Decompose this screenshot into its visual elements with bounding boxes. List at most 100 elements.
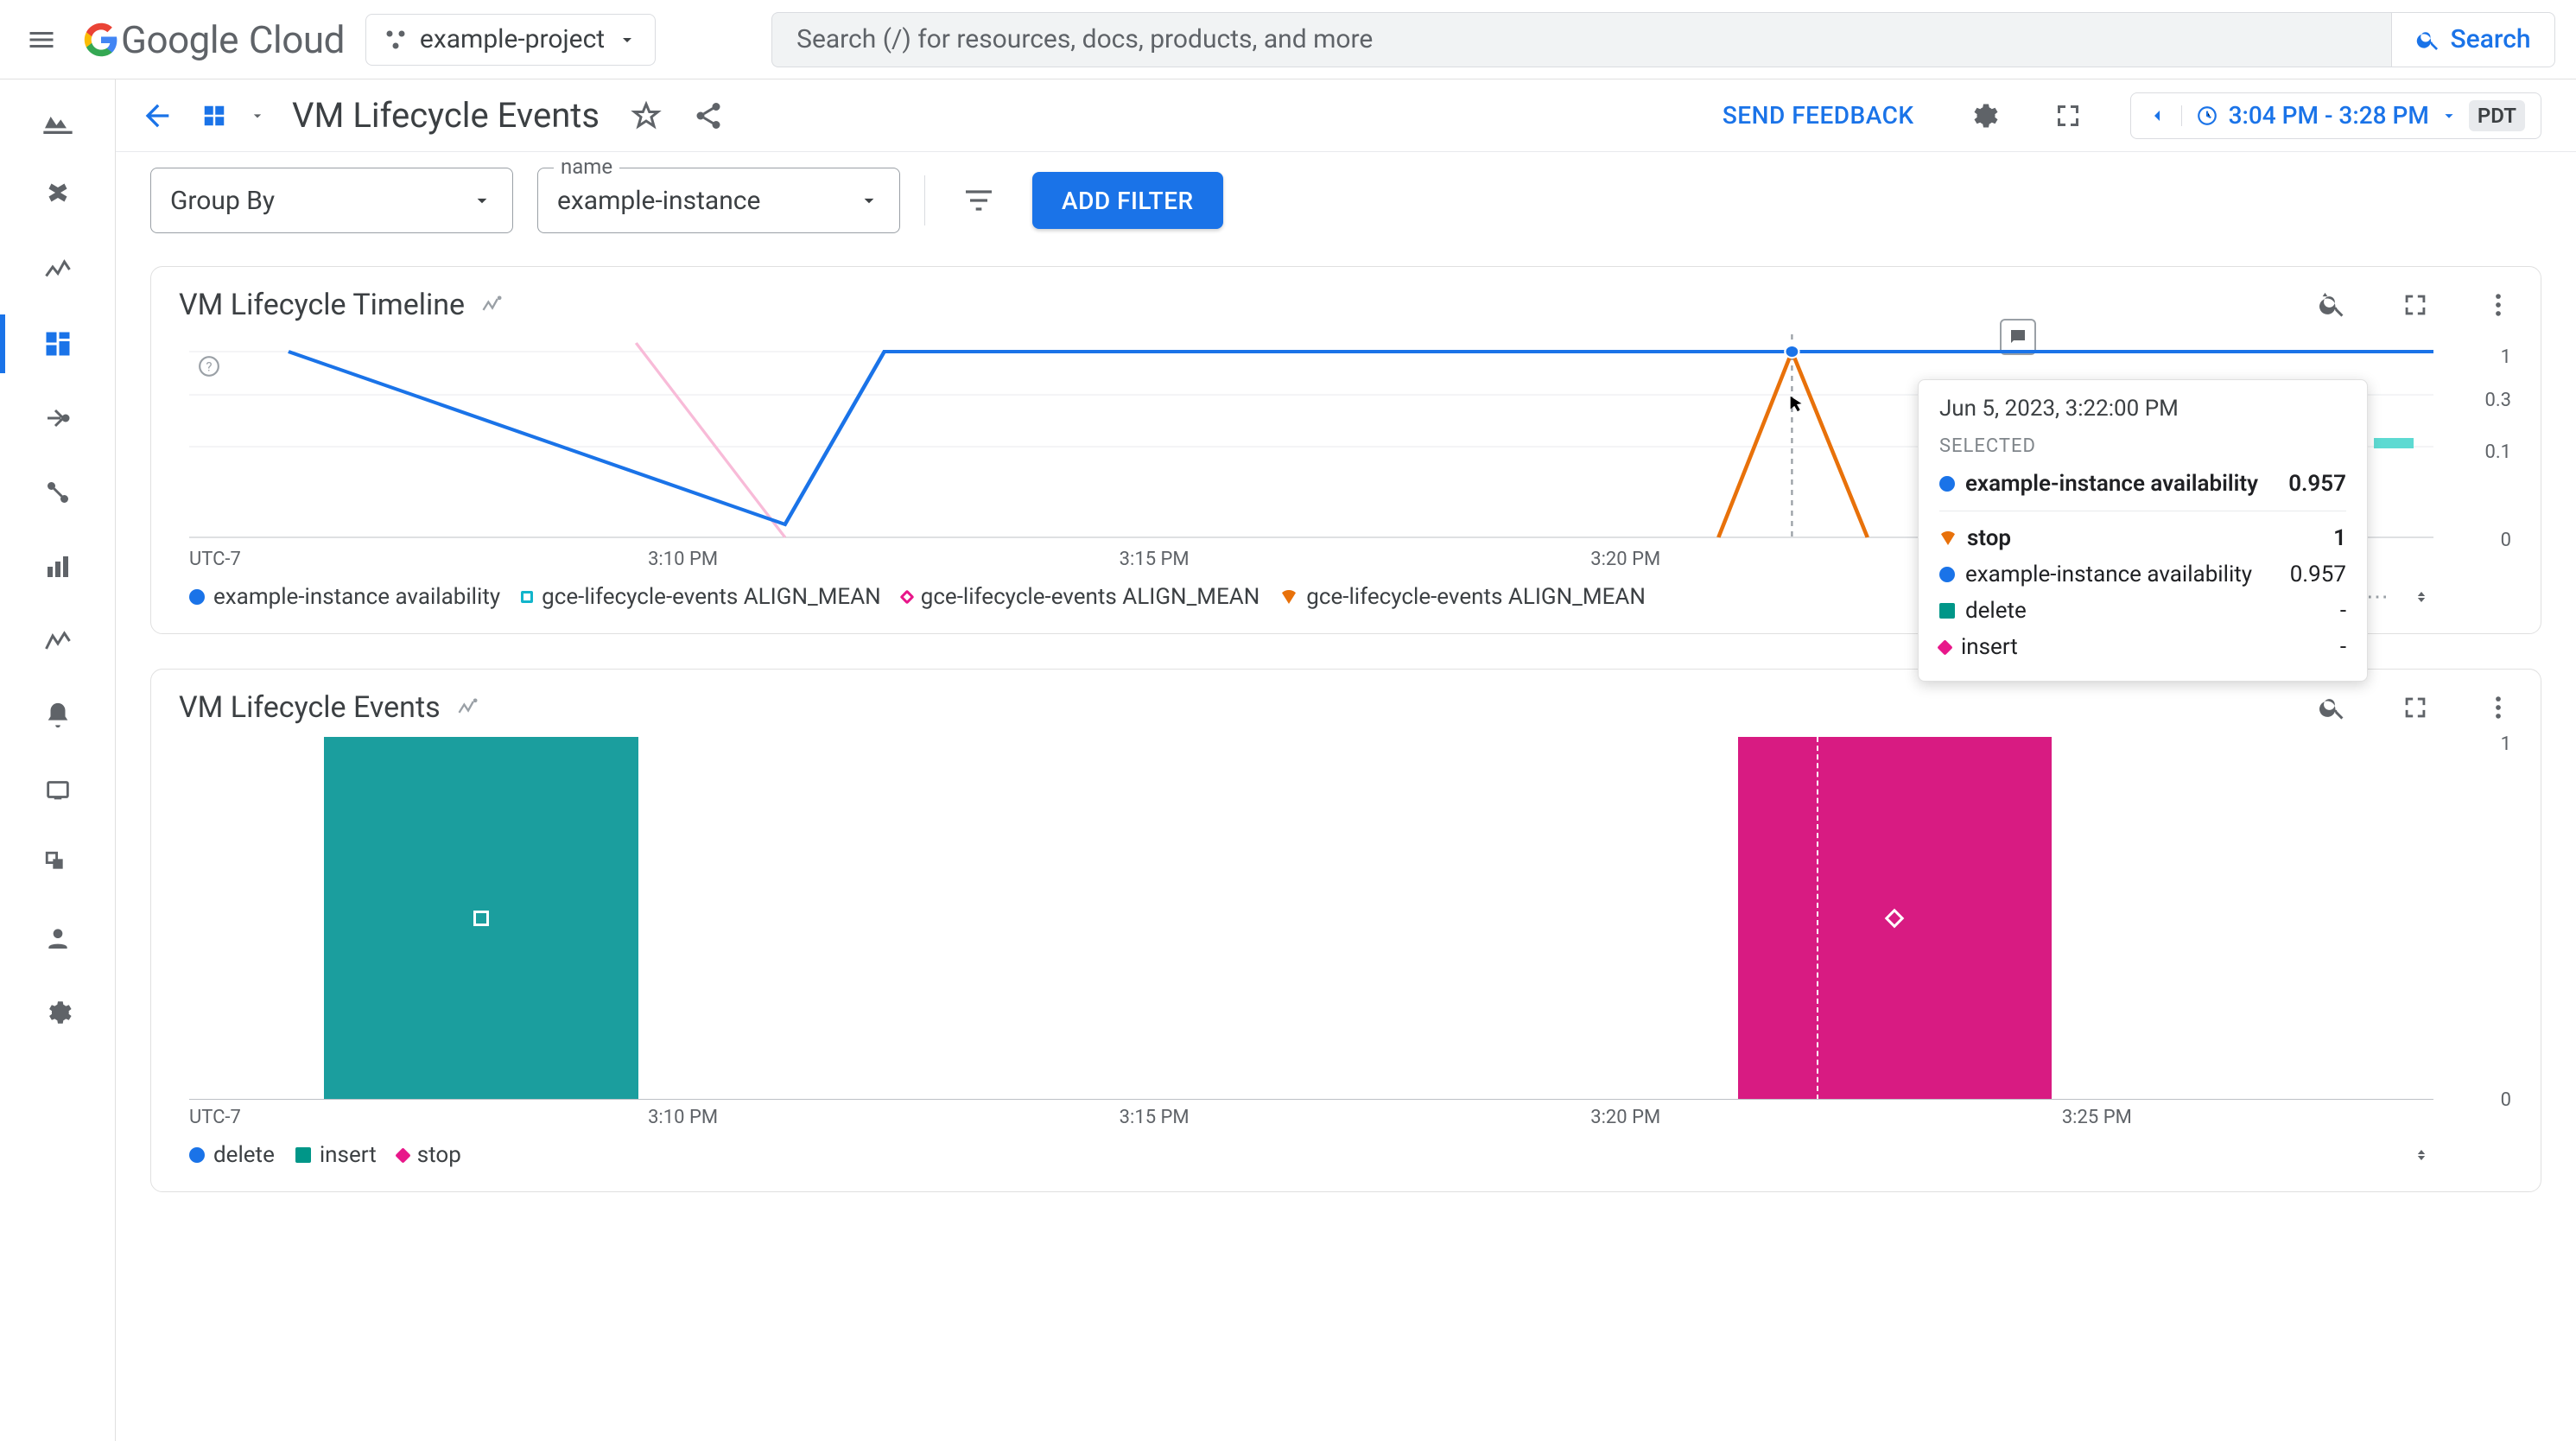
- stats-icon[interactable]: [456, 695, 480, 720]
- nav-alerting-icon[interactable]: [41, 698, 75, 733]
- tz-label: UTC-7: [189, 549, 241, 570]
- xtick: 3:10 PM: [648, 1107, 718, 1128]
- nav-reports-icon[interactable]: [41, 549, 75, 584]
- cursor-line: [1817, 737, 1818, 1100]
- page-title: VM Lifecycle Events: [292, 95, 600, 136]
- legend-expand-icon[interactable]: [2409, 1136, 2433, 1174]
- name-filter-label: name: [554, 155, 619, 179]
- tooltip-row: example-instance availability 0.957: [1939, 466, 2346, 502]
- chevron-down-icon[interactable]: [249, 107, 266, 124]
- chevron-down-icon: [2440, 106, 2459, 125]
- legend-item[interactable]: insert: [295, 1142, 377, 1168]
- name-filter-select[interactable]: name example-instance: [537, 168, 900, 233]
- tooltip-row: example-instance availability 0.957: [1939, 556, 2346, 593]
- star-icon[interactable]: [631, 100, 662, 131]
- card-timeline-title: VM Lifecycle Timeline: [179, 288, 465, 322]
- dashboard-type-icon[interactable]: [200, 102, 228, 130]
- chevron-down-icon: [617, 29, 638, 50]
- ytick: 1: [2501, 733, 2511, 755]
- timezone-badge: PDT: [2469, 100, 2525, 131]
- fullscreen-icon[interactable]: [2401, 693, 2430, 722]
- name-filter-value: example-instance: [557, 186, 760, 216]
- group-by-select[interactable]: Group By: [150, 168, 513, 233]
- nav-permissions-icon[interactable]: [41, 921, 75, 955]
- ytick: 0.3: [2484, 390, 2511, 411]
- legend-item[interactable]: gce-lifecycle-events ALIGN_MEAN: [902, 584, 1260, 610]
- clock-icon: [2196, 105, 2218, 127]
- project-picker[interactable]: example-project: [365, 14, 656, 66]
- add-filter-button[interactable]: ADD FILTER: [1032, 172, 1223, 229]
- filter-icon[interactable]: [961, 183, 996, 218]
- nav-settings-icon[interactable]: [41, 995, 75, 1030]
- xtick: 3:10 PM: [648, 549, 718, 570]
- tooltip-section-label: SELECTED: [1939, 435, 2346, 457]
- xtick: 3:15 PM: [1120, 1107, 1190, 1128]
- chart-events[interactable]: 1 0 UTC-7 3:10 PM 3:15 PM 3:20 PM 3:25 P…: [172, 737, 2520, 1174]
- google-g-icon: [83, 22, 119, 58]
- share-icon[interactable]: [693, 100, 724, 131]
- ytick: 0.1: [2484, 441, 2511, 463]
- search-input[interactable]: Search (/) for resources, docs, products…: [771, 12, 2391, 67]
- google-cloud-logo[interactable]: Google Cloud: [83, 17, 345, 62]
- ytick: 0: [2501, 530, 2511, 551]
- xtick: 3:15 PM: [1120, 549, 1190, 570]
- xtick: 3:25 PM: [2062, 1107, 2132, 1128]
- svg-text:?: ?: [206, 359, 212, 374]
- legend-expand-icon[interactable]: [2409, 578, 2433, 616]
- back-button[interactable]: [136, 95, 178, 136]
- card-timeline: VM Lifecycle Timeline ?: [150, 266, 2541, 634]
- legend-item[interactable]: gce-lifecycle-events ALIGN_MEAN: [1280, 584, 1646, 610]
- chevron-down-icon: [858, 189, 880, 212]
- tooltip-row: stop 1: [1939, 520, 2346, 556]
- divider: [924, 175, 925, 225]
- nav-slos-icon[interactable]: [41, 475, 75, 510]
- fullscreen-icon[interactable]: [2053, 100, 2084, 131]
- nav-groups-icon[interactable]: [41, 847, 75, 881]
- help-icon[interactable]: ?: [198, 355, 220, 378]
- legend-item[interactable]: delete: [189, 1142, 275, 1168]
- legend-item[interactable]: stop: [397, 1142, 461, 1168]
- tooltip-time: Jun 5, 2023, 3:22:00 PM: [1939, 396, 2346, 422]
- stats-icon[interactable]: [480, 293, 504, 317]
- xtick: 3:20 PM: [1590, 1107, 1660, 1128]
- zoom-reset-icon[interactable]: [2318, 290, 2347, 320]
- tz-label: UTC-7: [189, 1107, 241, 1128]
- group-by-label: Group By: [170, 186, 275, 216]
- fullscreen-icon[interactable]: [2401, 290, 2430, 320]
- add-filter-label: ADD FILTER: [1062, 187, 1194, 215]
- search-icon: [2415, 27, 2441, 53]
- more-icon[interactable]: [2484, 290, 2513, 320]
- search-button-label: Search: [2450, 24, 2530, 54]
- settings-icon[interactable]: [1968, 100, 1999, 131]
- nav-uptime-icon[interactable]: [41, 772, 75, 807]
- nav-integrations-icon[interactable]: [41, 401, 75, 435]
- bar-stop: [1738, 737, 2053, 1100]
- card-events-title: VM Lifecycle Events: [179, 690, 441, 725]
- search-button[interactable]: Search: [2391, 12, 2555, 67]
- send-feedback-link[interactable]: SEND FEEDBACK: [1723, 101, 1914, 130]
- search-wrap: Search (/) for resources, docs, products…: [771, 12, 2555, 67]
- xtick: 3:20 PM: [1590, 549, 1660, 570]
- nav-metrics-icon[interactable]: [41, 252, 75, 287]
- logo-text-google: Google: [121, 17, 238, 62]
- more-icon[interactable]: [2484, 693, 2513, 722]
- cursor-pointer-icon: [1787, 395, 1806, 414]
- hamburger-menu-icon[interactable]: [21, 19, 62, 60]
- bar-insert: [324, 737, 638, 1100]
- time-range-prev-icon[interactable]: [2147, 105, 2182, 126]
- nav-trace-icon[interactable]: [41, 624, 75, 658]
- card-events: VM Lifecycle Events: [150, 669, 2541, 1192]
- tooltip-row: delete -: [1939, 593, 2346, 629]
- time-range-picker[interactable]: 3:04 PM - 3:28 PM PDT: [2130, 92, 2541, 139]
- tooltip-row: insert -: [1939, 629, 2346, 665]
- legend-item[interactable]: example-instance availability: [189, 584, 500, 610]
- nav-monitoring-icon[interactable]: [41, 104, 75, 138]
- filter-bar: Group By name example-instance ADD FILTE…: [116, 152, 2576, 249]
- logo-text-cloud: Cloud: [249, 17, 345, 62]
- chevron-down-icon: [471, 189, 493, 212]
- nav-dashboards-icon[interactable]: [41, 327, 75, 361]
- zoom-reset-icon[interactable]: [2318, 693, 2347, 722]
- legend-item[interactable]: gce-lifecycle-events ALIGN_MEAN: [521, 584, 881, 610]
- nav-services-icon[interactable]: [41, 178, 75, 213]
- project-icon: [384, 28, 408, 52]
